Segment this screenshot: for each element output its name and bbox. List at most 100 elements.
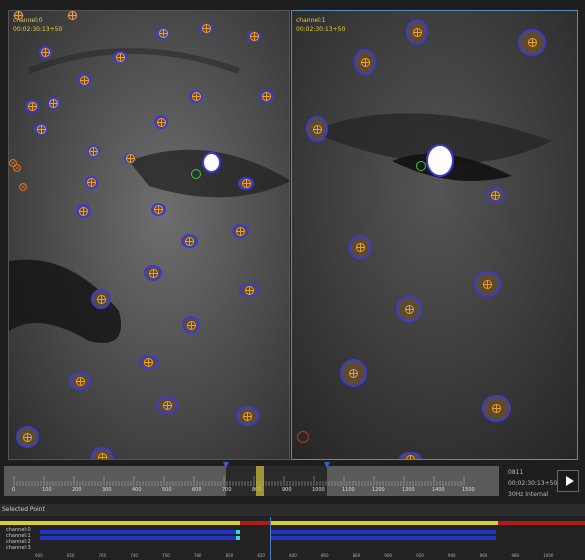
timeline-tick-label: 900 [282,487,292,493]
tracking-marker[interactable] [399,452,422,459]
keyframe[interactable] [236,530,240,534]
tracking-marker[interactable] [69,372,91,390]
tracking-marker[interactable] [87,145,100,157]
tracking-marker[interactable] [340,359,367,387]
timeline-tick-label: 1500 [462,487,475,493]
orange-x-marker-icon[interactable]: × [13,164,21,172]
tracking-marker[interactable] [67,11,78,20]
playhead-line [270,517,271,560]
timeline-tick-label: 100 [42,487,52,493]
tracking-marker[interactable] [156,396,178,414]
timeline-tick-label: 1400 [432,487,445,493]
track-bar[interactable] [270,530,496,534]
bottom-tick-label: 800 [225,553,234,558]
track-bar[interactable] [270,521,498,525]
bottom-tick-label: 840 [289,553,297,558]
selected-marker[interactable] [426,144,454,177]
tracking-marker[interactable] [349,235,372,260]
timeline-tick-label: 500 [162,487,172,493]
tracking-marker[interactable] [25,100,39,113]
green-target-icon[interactable] [416,161,426,171]
timeline-tick-label: 200 [72,487,82,493]
tracking-marker[interactable] [406,19,428,45]
orange-x-marker-icon[interactable]: × [19,183,27,191]
tracking-marker[interactable] [91,289,111,309]
tracking-marker[interactable] [156,28,170,39]
timeline-tick-label: 1100 [342,487,355,493]
frame-number: 0811 [508,469,524,476]
track-bar[interactable] [270,536,496,540]
bottom-tick-label: 880 [352,553,361,558]
bottom-tick-label: 900 [384,553,393,558]
selected-point-panel: channel:0 channel:1 channel:2 channel:3 … [0,517,585,560]
play-button[interactable] [557,470,579,492]
bottom-tick-label: 750 [162,553,170,558]
track-label: channel:3 [6,545,31,551]
timeline-ruler [13,476,465,486]
tracking-marker[interactable] [39,46,52,59]
timeline-info: 0811 00:02:30:13+50 30Hz Internal [508,467,557,500]
tracking-marker[interactable] [486,187,505,203]
track-bar[interactable] [240,521,270,525]
frame-rate: 30Hz Internal [508,491,549,498]
tracking-marker[interactable] [16,426,39,448]
track-bar[interactable] [40,530,236,534]
tracking-marker[interactable] [154,115,168,129]
face-image-right [292,11,577,459]
tracking-marker[interactable] [518,29,546,56]
timeline-scrubber[interactable]: 0100200300400500600700800900100011001200… [4,462,499,496]
bottom-tick-label: 600 [35,553,43,558]
tracking-marker[interactable] [47,97,60,109]
tracking-marker[interactable] [181,234,198,248]
tracking-marker[interactable] [247,31,261,42]
track-bar[interactable] [498,521,585,525]
tracking-marker[interactable] [306,116,328,142]
tracking-marker[interactable] [396,296,422,322]
selected-point-header: Selected Point [0,504,585,516]
tracking-marker[interactable] [482,395,511,422]
camera-view-right[interactable]: channel:1 00:02:30:13+50 [291,10,578,460]
timecode-readout: 00:02:30:13+50 [508,480,558,487]
bottom-tick-label: 1000 [543,553,554,558]
tracking-marker[interactable] [151,203,166,216]
timecode-label: 00:02:30:13+50 [296,26,346,33]
tracking-marker[interactable] [238,177,254,190]
camera-view-left[interactable]: channel:0 00:02:30:13+50 × × × [8,10,290,460]
tracking-marker[interactable] [76,204,91,218]
tracking-marker[interactable] [13,11,24,20]
timeline-tick-label: 1000 [312,487,325,493]
selected-marker[interactable] [202,152,221,173]
tracking-marker[interactable] [138,355,159,369]
green-target-icon[interactable] [191,169,201,179]
tracking-marker[interactable] [199,23,213,34]
tracking-marker[interactable] [144,265,162,281]
tracking-marker[interactable] [259,90,274,103]
tracking-marker[interactable] [239,283,259,297]
tracking-marker[interactable] [182,316,200,334]
timeline-tick-label: 0 [12,487,16,493]
tracking-marker[interactable] [113,51,127,63]
red-target-icon[interactable] [297,431,309,443]
timeline-tick-label: 1300 [402,487,415,493]
timeline-playhead-band[interactable] [256,466,264,496]
tracking-marker[interactable] [474,271,501,297]
track-bar[interactable] [0,521,240,525]
tracking-marker[interactable] [77,73,91,87]
keyframe[interactable] [236,536,240,540]
bottom-tick-label: 740 [130,553,138,558]
channel-label: channel:1 [296,17,326,24]
tracking-marker[interactable] [236,406,259,426]
tracking-marker[interactable] [354,49,376,75]
tracking-marker[interactable] [85,176,98,189]
bottom-ruler: 600 650 700 740 750 780 800 820 840 860 880 900 920 9… [0,553,585,560]
tracking-marker[interactable] [91,447,113,459]
tracking-marker[interactable] [232,224,249,238]
timeline-tick-label: 300 [102,487,112,493]
tracking-marker[interactable] [124,153,136,164]
timeline-tick-label: 600 [192,487,202,493]
tracking-marker[interactable] [34,123,48,135]
tracking-marker[interactable] [189,90,203,103]
track-bar[interactable] [40,536,236,540]
face-image-left [9,11,289,459]
bottom-tick-label: 650 [66,553,75,558]
